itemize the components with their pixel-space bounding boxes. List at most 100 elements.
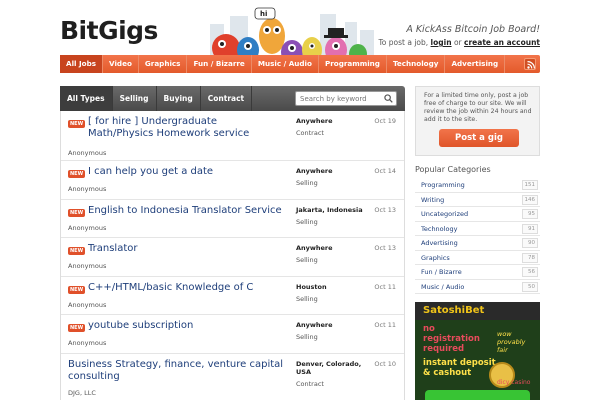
category-item[interactable]: Programming 151: [415, 178, 540, 193]
ad-headline-2: instant deposit & cashout: [423, 358, 496, 378]
nav-technology[interactable]: Technology: [387, 55, 446, 73]
nav-fun-bizarre[interactable]: Fun / Bizarre: [187, 55, 252, 73]
category-name[interactable]: Uncategorized: [421, 210, 468, 218]
popular-categories-heading: Popular Categories: [415, 165, 491, 174]
list-item[interactable]: NEW English to Indonesia Translator Serv…: [61, 200, 404, 238]
tab-all-types[interactable]: All Types: [60, 86, 113, 111]
job-type: Selling: [296, 333, 318, 341]
category-name[interactable]: Advertising: [421, 239, 458, 247]
category-name[interactable]: Music / Audio: [421, 283, 464, 291]
rss-icon[interactable]: [524, 58, 536, 70]
type-filter-bar: All Types Selling Buying Contract: [60, 86, 405, 111]
ad-text: & cashout: [423, 368, 472, 378]
ad-header: SatoshiBet: [415, 302, 540, 320]
list-item[interactable]: NEW youtube subscription Anonymous Anywh…: [61, 315, 404, 354]
satoshibet-ad-banner[interactable]: SatoshiBet no registration required inst…: [415, 302, 540, 400]
job-title-link[interactable]: [ for hire ] Undergraduate Math/Physics …: [88, 116, 284, 140]
job-title-link[interactable]: C++/HTML/basic Knowledge of C: [88, 282, 284, 294]
tab-contract[interactable]: Contract: [201, 86, 253, 111]
category-item[interactable]: Music / Audio 50: [415, 280, 540, 294]
job-date: Oct 14: [374, 167, 396, 175]
job-author: DJG, LLC: [68, 388, 96, 397]
category-count: 50: [522, 281, 538, 292]
category-name[interactable]: Programming: [421, 181, 465, 189]
job-author: Anonymous: [68, 223, 107, 232]
job-author: Anonymous: [68, 262, 107, 270]
category-count: 146: [522, 194, 538, 205]
tagline: A KickAss Bitcoin Job Board!: [406, 24, 540, 35]
job-author: Anonymous: [68, 300, 107, 309]
job-title-link[interactable]: English to Indonesia Translator Service: [88, 205, 284, 217]
nav-all-jobs[interactable]: All Jobs: [60, 55, 104, 73]
login-link[interactable]: login: [431, 38, 452, 47]
category-name[interactable]: Writing: [421, 196, 444, 204]
ad-side-text: wow provably fair: [497, 330, 525, 354]
nav-graphics[interactable]: Graphics: [139, 55, 188, 73]
job-date: Oct 11: [374, 321, 396, 329]
promo-box: For a limited time only, post a job free…: [415, 86, 540, 156]
category-item[interactable]: Uncategorized 95: [415, 207, 540, 222]
category-count: 56: [522, 267, 538, 277]
search-icon[interactable]: [384, 94, 393, 103]
category-name[interactable]: Technology: [421, 225, 457, 233]
page: BitGigs hi A KickAss Bitcoin Job Board! …: [0, 0, 600, 400]
nav-video[interactable]: Video: [103, 55, 139, 73]
create-account-link[interactable]: create an account: [464, 38, 540, 47]
search-input[interactable]: [295, 91, 397, 106]
site-logo[interactable]: BitGigs: [60, 16, 158, 45]
job-location: Anywhere: [296, 244, 333, 252]
list-item[interactable]: NEW Translator Anonymous Anywhere Sellin…: [61, 238, 404, 277]
speech-bubble-text: hi: [260, 10, 267, 18]
or-text: or: [453, 38, 462, 47]
job-date: Oct 13: [374, 244, 396, 252]
job-title-link[interactable]: Business Strategy, finance, venture capi…: [68, 359, 288, 383]
job-listings: NEW [ for hire ] Undergraduate Math/Phys…: [60, 111, 405, 400]
post-gig-button[interactable]: Post a gig: [439, 129, 519, 147]
category-name[interactable]: Fun / Bizarre: [421, 268, 462, 276]
ad-text: fair: [497, 346, 508, 354]
category-count: 95: [522, 209, 538, 219]
list-item[interactable]: NEW C++/HTML/basic Knowledge of C Anonym…: [61, 277, 404, 315]
job-title-link[interactable]: Translator: [88, 243, 284, 255]
category-item[interactable]: Fun / Bizarre 56: [415, 265, 540, 280]
category-nav: All Jobs Video Graphics Fun / Bizarre Mu…: [60, 55, 540, 73]
list-item[interactable]: NEW I can help you get a date Anonymous …: [61, 161, 404, 200]
category-count: 91: [522, 223, 538, 234]
category-item[interactable]: Advertising 90: [415, 236, 540, 251]
ad-casino-text: dicy casino: [497, 379, 531, 386]
category-list: Programming 151 Writing 146 Uncategorized 9…: [415, 178, 540, 294]
job-type: Contract: [296, 129, 324, 137]
job-title-link[interactable]: youtube subscription: [88, 320, 284, 332]
nav-programming[interactable]: Programming: [319, 55, 387, 73]
job-type: Selling: [296, 294, 318, 303]
category-item[interactable]: Technology 91: [415, 222, 540, 236]
list-item[interactable]: Business Strategy, finance, venture capi…: [61, 354, 404, 400]
category-count: 151: [522, 180, 538, 190]
job-author: Anonymous: [68, 185, 107, 193]
list-item[interactable]: NEW [ for hire ] Undergraduate Math/Phys…: [61, 111, 404, 161]
job-location: Denver, Colorado, USA: [296, 359, 362, 376]
new-badge: NEW: [68, 208, 86, 217]
promo-text: For a limited time only, post a job free…: [424, 92, 532, 123]
ad-text: provably: [497, 338, 526, 346]
new-badge: NEW: [68, 170, 86, 178]
tab-buying[interactable]: Buying: [157, 86, 201, 111]
ad-play-button[interactable]: [425, 390, 530, 400]
job-author: Anonymous: [68, 339, 107, 347]
ad-text: registration: [423, 334, 480, 344]
new-badge: NEW: [68, 285, 86, 294]
job-location: Houston: [296, 282, 327, 291]
job-location: Anywhere: [296, 117, 333, 125]
tab-selling[interactable]: Selling: [113, 86, 157, 111]
job-title-link[interactable]: I can help you get a date: [88, 166, 284, 178]
new-badge: NEW: [68, 247, 86, 255]
category-item[interactable]: Graphics 78: [415, 251, 540, 265]
new-badge: NEW: [68, 120, 86, 128]
category-name[interactable]: Graphics: [421, 254, 450, 262]
category-item[interactable]: Writing 146: [415, 193, 540, 207]
job-type: Contract: [296, 379, 324, 388]
ad-headline-1: no registration required: [423, 324, 480, 354]
category-count: 90: [522, 238, 538, 248]
nav-music-audio[interactable]: Music / Audio: [252, 55, 319, 73]
nav-advertising[interactable]: Advertising: [445, 55, 506, 73]
